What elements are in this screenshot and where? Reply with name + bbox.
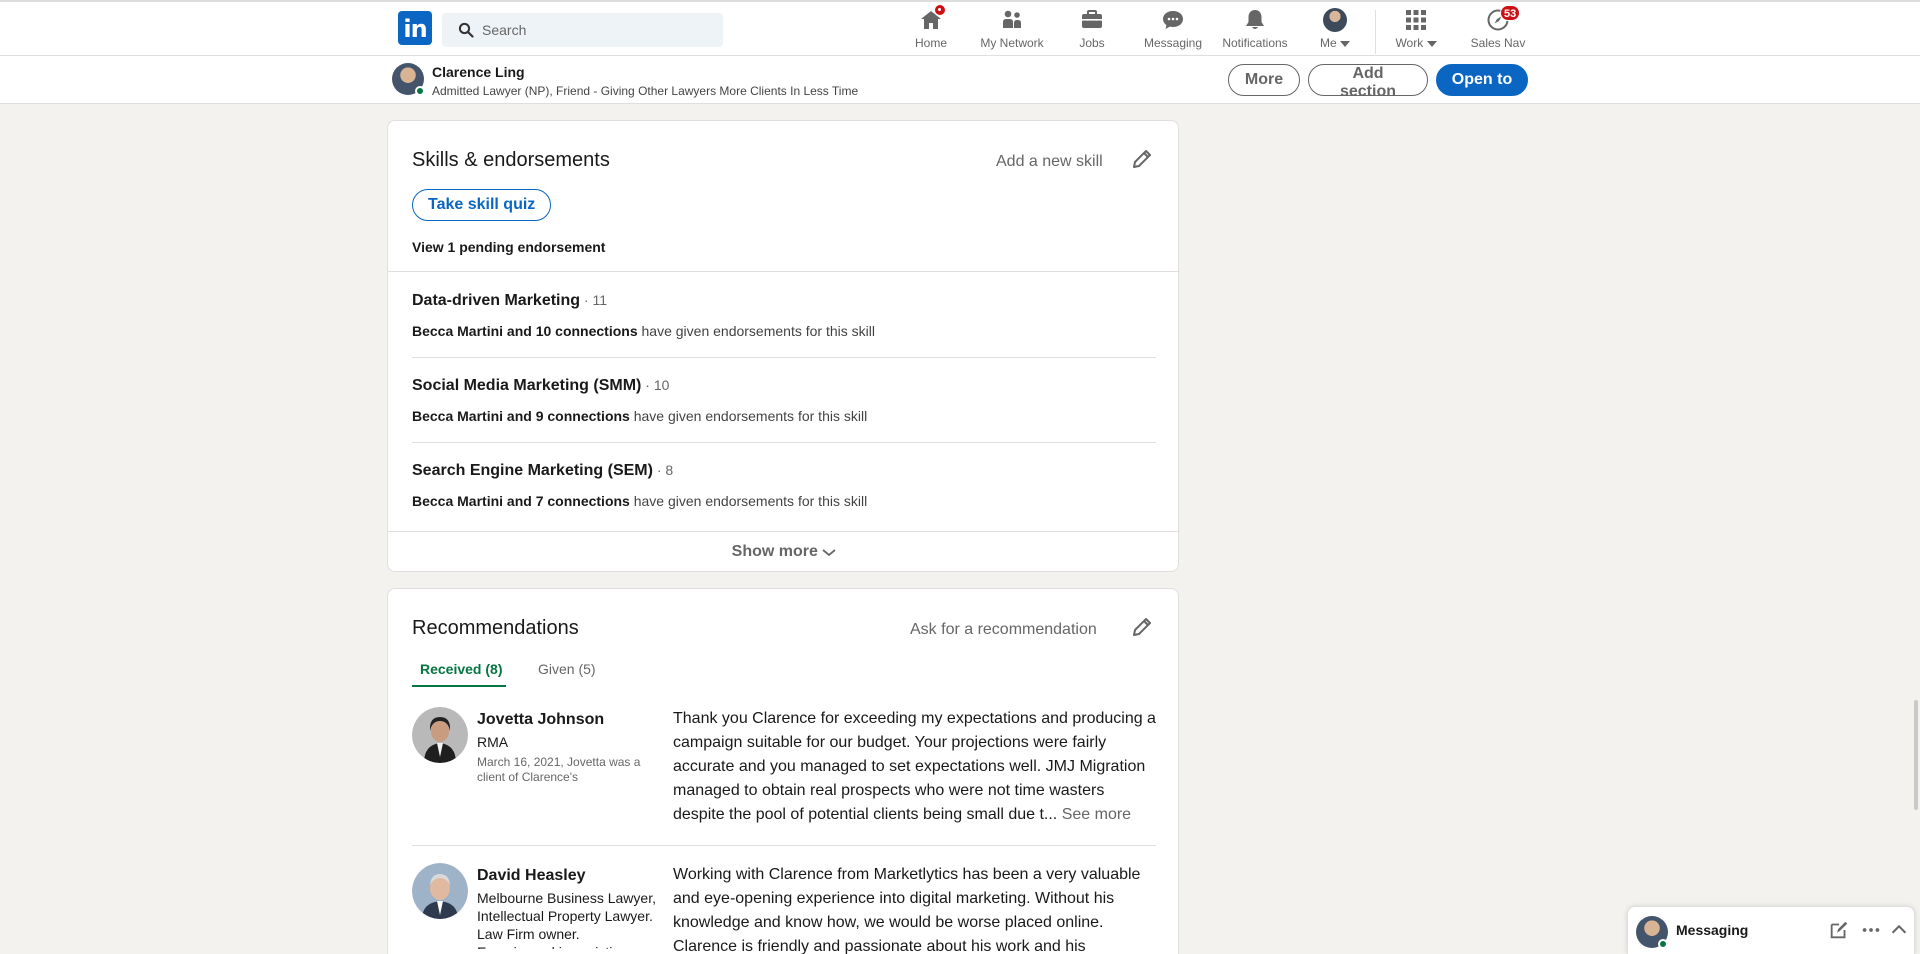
skill-endorsers: Becca Martini and 9 connections have giv… [412,408,867,424]
chat-icon [1161,8,1185,32]
edit-pencil-icon[interactable] [1130,615,1154,639]
nav-messaging-label: Messaging [1143,36,1203,50]
add-section-button[interactable]: Add section [1308,64,1428,100]
skill-endorsers-names[interactable]: Becca Martini and 10 connections [412,323,638,339]
nav-me-label: Me [1319,36,1337,50]
skill-name[interactable]: Search Engine Marketing (SEM) · 8 [412,462,673,480]
recommender-avatar[interactable] [412,863,468,919]
divider [388,271,1180,272]
compose-icon[interactable] [1828,919,1850,941]
recommendations-title: Recommendations [412,617,579,639]
add-skill-link[interactable]: Add a new skill [996,153,1103,171]
see-more-link[interactable]: See more [1062,806,1131,823]
more-options-icon[interactable] [1860,919,1882,941]
home-notification-dot [934,4,946,16]
skill-name-text: Data-driven Marketing [412,292,581,309]
skills-card: Skills & endorsements Add a new skill Ta… [387,120,1180,572]
nav-sales-nav-label: Sales Nav [1470,36,1526,50]
sales-nav-badge: 53 [1500,5,1521,21]
recommender-title: RMA [477,734,509,750]
compass-icon: 53 [1486,5,1521,32]
people-icon [1000,8,1024,32]
linkedin-logo-icon[interactable]: in [398,11,432,45]
briefcase-icon [1080,8,1104,32]
tab-received[interactable]: Received (8) [420,661,502,677]
show-more-button[interactable]: Show more [388,532,1180,572]
nav-sales-nav[interactable]: 53 Sales Nav [1468,5,1528,54]
online-status-dot [1658,939,1668,949]
skill-name-text: Search Engine Marketing (SEM) [412,462,653,479]
messaging-label: Messaging [1676,922,1749,938]
nav-home[interactable]: Home [906,4,956,54]
skill-endorsement-count: · 8 [652,462,674,478]
skill-name-text: Social Media Marketing (SMM) [412,377,642,394]
nav-work-label: Work [1395,36,1424,50]
active-tab-indicator [412,685,506,687]
recommender-avatar[interactable] [412,707,468,763]
recommender-name[interactable]: David Heasley [477,867,586,885]
divider [412,357,1156,358]
avatar [1323,8,1347,32]
home-icon [919,4,946,32]
skill-endorsement-count: · 11 [580,292,608,308]
nav-me[interactable]: Me [1314,8,1356,54]
search-icon [458,22,474,38]
online-status-dot [415,86,425,96]
page-scrollbar[interactable] [1914,700,1918,810]
global-nav: in Home My Network [0,0,1920,56]
recommender-title: Melbourne Business Lawyer, Intellectual … [477,890,656,949]
open-to-button[interactable]: Open to [1436,64,1528,96]
chevron-up-icon[interactable] [1888,919,1910,941]
recommendation-text: Working with Clarence from Marketlytics … [673,863,1158,954]
profile-name: Clarence Ling [432,64,525,80]
skill-endorsers-names[interactable]: Becca Martini and 9 connections [412,408,630,424]
show-more-label: Show more [731,543,818,560]
bell-icon [1243,8,1267,32]
nav-work[interactable]: Work [1390,8,1442,54]
recommendations-card: Recommendations Ask for a recommendation… [387,588,1179,954]
grid-icon [1404,8,1428,32]
nav-my-network-label: My Network [980,36,1044,50]
messaging-overlay-bar[interactable]: Messaging [1627,906,1915,954]
take-skill-quiz-button[interactable]: Take skill quiz [412,189,552,221]
skill-endorsement-count: · 10 [641,377,670,393]
caret-down-icon [1426,40,1437,47]
nav-separator [1375,10,1376,54]
chevron-down-icon [822,549,836,556]
search-box[interactable] [442,13,723,47]
skill-endorsers-names[interactable]: Becca Martini and 7 connections [412,493,630,509]
skill-name[interactable]: Social Media Marketing (SMM) · 10 [412,377,669,395]
skills-title: Skills & endorsements [412,149,610,171]
tab-given[interactable]: Given (5) [538,661,596,677]
divider [412,442,1156,443]
more-button[interactable]: More [1228,64,1300,96]
divider [412,845,1156,846]
edit-pencil-icon[interactable] [1130,147,1154,171]
ask-recommendation-link[interactable]: Ask for a recommendation [910,621,1097,639]
recommendation-body: Working with Clarence from Marketlytics … [673,866,1141,954]
pending-endorsement-link[interactable]: View 1 pending endorsement [412,239,605,255]
nav-notifications-label: Notifications [1222,36,1288,50]
skill-endorsers-suffix: have given endorsements for this skill [629,408,868,424]
skill-endorsers: Becca Martini and 10 connections have gi… [412,323,875,339]
nav-messaging[interactable]: Messaging [1142,8,1204,54]
recommender-name[interactable]: Jovetta Johnson [477,711,604,729]
profile-sticky-bar: Clarence Ling Admitted Lawyer (NP), Frie… [0,56,1920,104]
recommendation-meta: March 16, 2021, Jovetta was a client of … [477,755,641,784]
nav-jobs-label: Jobs [1079,36,1105,50]
skill-endorsers-suffix: have given endorsements for this skill [629,493,868,509]
nav-home-label: Home [914,36,947,50]
skill-name[interactable]: Data-driven Marketing · 11 [412,292,607,310]
nav-jobs[interactable]: Jobs [1072,8,1112,54]
caret-down-icon [1340,40,1350,47]
skill-endorsers: Becca Martini and 7 connections have giv… [412,493,867,509]
recommendation-text: Thank you Clarence for exceeding my expe… [673,707,1158,827]
nav-notifications[interactable]: Notifications [1218,8,1292,54]
profile-headline: Admitted Lawyer (NP), Friend - Giving Ot… [432,84,859,98]
search-input[interactable] [482,13,712,47]
nav-my-network[interactable]: My Network [976,8,1048,54]
skill-endorsers-suffix: have given endorsements for this skill [637,323,875,339]
